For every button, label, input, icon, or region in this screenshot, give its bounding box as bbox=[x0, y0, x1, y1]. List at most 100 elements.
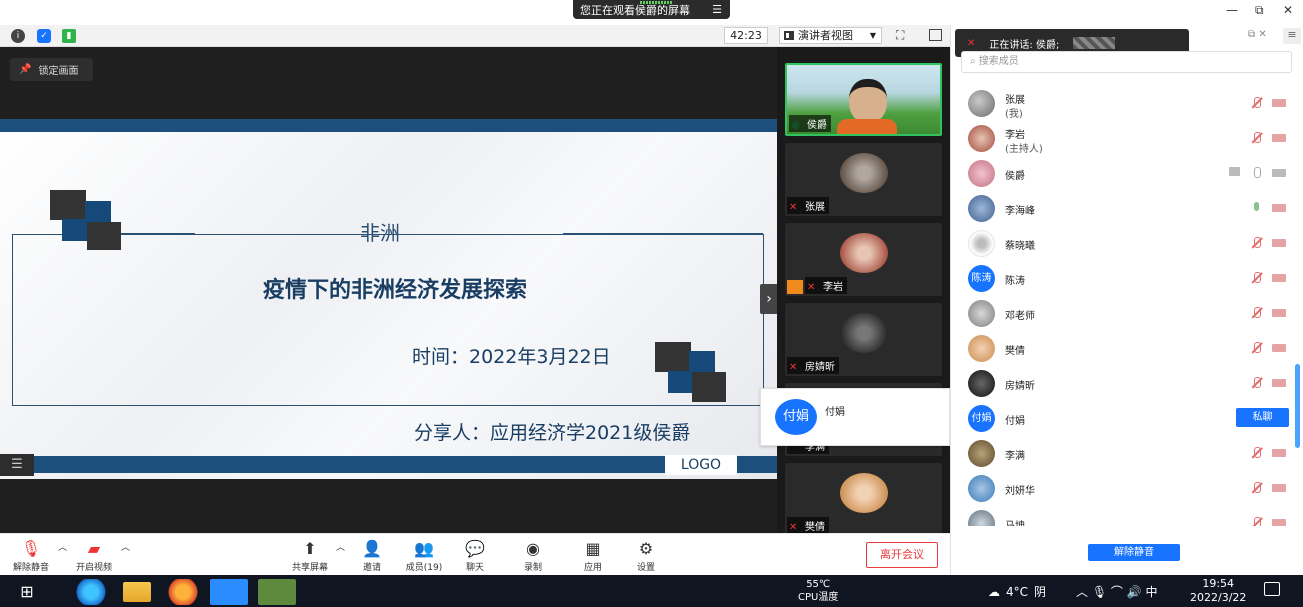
video-tile[interactable]: ● 侯爵 bbox=[785, 63, 942, 136]
weather-desc: 阴 bbox=[1034, 585, 1047, 599]
avatar bbox=[968, 195, 995, 222]
members-label: 成员(19) bbox=[405, 563, 443, 573]
list-item[interactable]: 侯爵 bbox=[950, 156, 1290, 191]
mic-muted-icon[interactable] bbox=[1251, 342, 1261, 354]
file-explorer-icon[interactable] bbox=[123, 582, 151, 602]
list-item[interactable]: 房婧昕 bbox=[950, 366, 1290, 401]
invite-button[interactable]: 👤 邀请 bbox=[357, 540, 387, 574]
list-item[interactable]: 蔡晓曦 bbox=[950, 226, 1290, 261]
settings-button[interactable]: ⚙ 设置 bbox=[631, 540, 661, 574]
members-button[interactable]: 👥 成员(19) bbox=[402, 540, 446, 574]
member-search-input[interactable]: ⌕ 搜索成员 bbox=[961, 51, 1292, 73]
taskbar-clock[interactable]: 19:54 2022/3/22 bbox=[1190, 577, 1246, 605]
system-tray[interactable]: ︿ 🎙 ⌒ 🔊 中 bbox=[1076, 583, 1158, 600]
share-screen-button[interactable]: ⬆ 共享屏幕 bbox=[287, 540, 333, 574]
camera-off-icon[interactable] bbox=[1272, 239, 1286, 247]
chat-button[interactable]: 💬 聊天 bbox=[461, 540, 489, 574]
firefox-icon[interactable] bbox=[164, 579, 202, 605]
camera-off-icon[interactable] bbox=[1272, 204, 1286, 212]
record-button[interactable]: ◉ 录制 bbox=[518, 540, 548, 574]
video-tile[interactable]: 张展 ✕ bbox=[785, 143, 942, 216]
camera-off-icon[interactable] bbox=[1272, 344, 1286, 352]
notification-icon[interactable] bbox=[1264, 582, 1280, 596]
mic-on-icon[interactable] bbox=[1251, 202, 1261, 214]
camera-off-icon[interactable] bbox=[1272, 99, 1286, 107]
lock-screen-button[interactable]: 📌 锁定画面 bbox=[10, 58, 93, 81]
mic-muted-icon[interactable] bbox=[1251, 482, 1261, 494]
mic-icon[interactable]: 🎙 bbox=[1092, 585, 1107, 599]
minimize-button[interactable]: — bbox=[1226, 3, 1238, 17]
camera-off-icon[interactable] bbox=[1272, 274, 1286, 282]
mic-muted-icon[interactable] bbox=[1251, 272, 1261, 284]
ime-indicator[interactable]: 中 bbox=[1146, 585, 1158, 599]
video-tile[interactable]: 李岩 ✕ bbox=[785, 223, 942, 296]
shield-icon[interactable]: ✓ bbox=[37, 29, 51, 43]
member-list-scrollbar[interactable] bbox=[1295, 364, 1300, 448]
camera-off-icon[interactable] bbox=[1272, 379, 1286, 387]
mic-muted-icon[interactable] bbox=[1251, 377, 1261, 389]
mic-muted-icon[interactable] bbox=[1251, 237, 1261, 249]
signal-icon[interactable]: ▮ bbox=[62, 29, 76, 43]
view-mode-dropdown[interactable]: 演讲者视图 ▼ bbox=[779, 27, 882, 44]
tencent-meeting-icon[interactable] bbox=[210, 579, 248, 605]
chevron-up-icon[interactable]: ︿ bbox=[1076, 585, 1088, 599]
chevron-up-icon[interactable]: ︿ bbox=[121, 540, 130, 553]
slide-divider-right bbox=[563, 233, 763, 235]
chevron-up-icon[interactable]: ︿ bbox=[58, 540, 67, 553]
camera-off-icon[interactable] bbox=[1272, 484, 1286, 492]
member-name: 邓老师 bbox=[1005, 311, 1035, 322]
windows-start-icon[interactable]: ⊞ bbox=[8, 579, 46, 605]
start-video-button[interactable]: ▰ 开启视频 bbox=[70, 540, 118, 574]
weather-temp: 4°C bbox=[1006, 584, 1029, 599]
unmute-button[interactable]: 🎙 解除静音 bbox=[8, 540, 54, 574]
list-item[interactable]: 李海峰 bbox=[950, 191, 1290, 226]
camera-icon[interactable] bbox=[1272, 169, 1286, 177]
video-tile[interactable]: 樊倩 ✕ bbox=[785, 463, 942, 533]
volume-icon[interactable]: 🔊 bbox=[1127, 585, 1142, 599]
slide-menu-icon[interactable]: ☰ bbox=[0, 454, 34, 476]
list-item[interactable]: 李岩 (主持人) bbox=[950, 121, 1290, 156]
panel-menu-icon[interactable]: ≡ bbox=[1283, 28, 1301, 44]
private-chat-button[interactable]: 私聊 bbox=[1236, 408, 1289, 427]
panel-popout-close-icon[interactable]: ⧉ ✕ bbox=[1248, 29, 1267, 40]
member-list: 张展 (我) 李岩 (主持人) 侯爵 李海峰 蔡晓曦 陈涛 陈涛 邓老师 樊倩 … bbox=[950, 86, 1290, 526]
edge-browser-icon[interactable] bbox=[72, 579, 110, 605]
lock-screen-label: 锁定画面 bbox=[38, 66, 79, 77]
speaker-view-icon bbox=[784, 31, 794, 40]
list-item[interactable]: 樊倩 bbox=[950, 331, 1290, 366]
wechat-icon[interactable] bbox=[258, 579, 296, 605]
mic-muted-icon[interactable] bbox=[1251, 447, 1261, 459]
unmute-all-button[interactable]: 解除静音 bbox=[1088, 544, 1180, 561]
list-item[interactable]: 马坤 bbox=[950, 506, 1290, 526]
member-name: 樊倩 bbox=[1005, 346, 1025, 357]
avatar bbox=[968, 370, 995, 397]
close-button[interactable]: ✕ bbox=[1283, 3, 1293, 17]
info-icon[interactable]: i bbox=[11, 29, 25, 43]
list-item[interactable]: 刘妍华 bbox=[950, 471, 1290, 506]
restore-button[interactable]: ⧉ bbox=[1255, 3, 1264, 18]
chevron-up-icon[interactable]: ︿ bbox=[336, 540, 345, 553]
mic-muted-icon[interactable] bbox=[1251, 307, 1261, 319]
network-icon[interactable]: ⌒ bbox=[1111, 585, 1123, 599]
camera-off-icon[interactable] bbox=[1272, 519, 1286, 526]
camera-off-icon[interactable] bbox=[1272, 134, 1286, 142]
weather-widget[interactable]: ☁ 4°C 阴 bbox=[988, 583, 1046, 600]
leave-meeting-button[interactable]: 离开会议 bbox=[866, 542, 938, 568]
list-item[interactable]: 邓老师 bbox=[950, 296, 1290, 331]
camera-off-icon[interactable] bbox=[1272, 449, 1286, 457]
video-tile[interactable]: 房婧昕 ✕ bbox=[785, 303, 942, 376]
list-item[interactable]: 张展 (我) bbox=[950, 86, 1290, 121]
mic-muted-icon[interactable] bbox=[1251, 517, 1261, 526]
mic-icon[interactable] bbox=[1251, 167, 1261, 179]
camera-off-icon[interactable] bbox=[1272, 309, 1286, 317]
apps-button[interactable]: ▦ 应用 bbox=[578, 540, 608, 574]
avatar bbox=[840, 233, 888, 273]
mic-muted-icon[interactable] bbox=[1251, 132, 1261, 144]
list-item[interactable]: 李满 bbox=[950, 436, 1290, 471]
collapse-strip-button[interactable]: › bbox=[760, 284, 778, 314]
banner-menu-icon[interactable]: ☰ bbox=[712, 3, 722, 16]
list-item[interactable]: 陈涛 陈涛 bbox=[950, 261, 1290, 296]
mic-muted-icon[interactable] bbox=[1251, 97, 1261, 109]
panel-toggle-icon[interactable] bbox=[929, 29, 942, 41]
fullscreen-icon[interactable]: ⛶ bbox=[896, 28, 904, 43]
